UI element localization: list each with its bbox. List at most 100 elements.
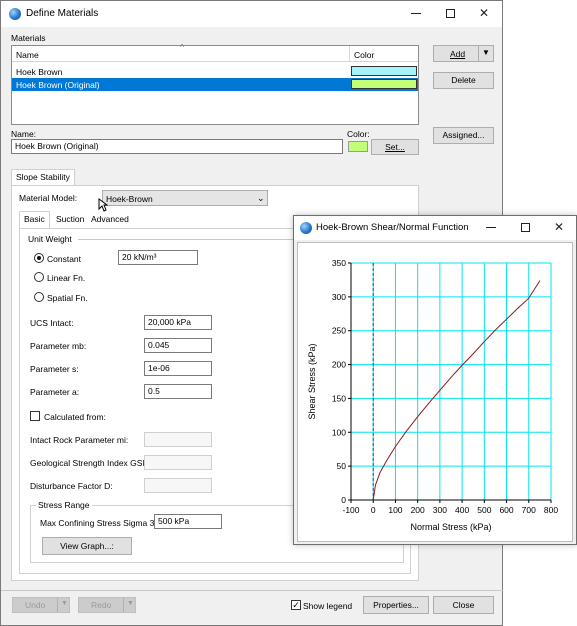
s-field[interactable]: 1e-06 — [144, 361, 212, 376]
chevron-down-icon: ⌄ — [257, 193, 265, 203]
x-tick-label: 200 — [411, 505, 425, 515]
redo-label: Redo — [91, 600, 112, 610]
tab-basic[interactable]: Basic — [19, 211, 50, 228]
y-tick-label: 250 — [332, 326, 346, 336]
close-icon: ✕ — [478, 6, 490, 20]
disturbance-field[interactable] — [144, 478, 212, 493]
column-color[interactable]: Color — [354, 50, 374, 60]
maximize-icon — [445, 9, 455, 19]
dropdown-arrow-icon[interactable]: ▼ — [127, 600, 134, 607]
tab-slope-stability[interactable]: Slope Stability — [11, 169, 75, 186]
show-legend-label: Show legend — [303, 601, 353, 611]
set-color-button[interactable]: Set... — [371, 139, 419, 155]
delete-button[interactable]: Delete — [433, 72, 494, 89]
tab-advanced[interactable]: Advanced — [87, 212, 133, 228]
calculated-from-checkbox[interactable] — [30, 411, 40, 421]
dropdown-arrow-icon[interactable]: ▼ — [61, 600, 68, 607]
close-button[interactable]: Close — [433, 596, 494, 614]
x-tick-label: 100 — [388, 505, 402, 515]
radio-constant[interactable] — [34, 253, 44, 263]
show-legend-checkbox[interactable]: ✓ — [291, 600, 301, 610]
assigned-button[interactable]: Assigned... — [433, 127, 494, 144]
graph-window: Hoek-Brown Shear/Normal Function ✕ -100 0… — [293, 215, 577, 545]
graph-minimize-button[interactable] — [474, 216, 508, 238]
ucs-label: UCS Intact: — [30, 318, 74, 328]
y-tick-label: 100 — [332, 427, 346, 437]
x-axis-label: Normal Stress (kPa) — [410, 522, 491, 532]
minimize-icon — [411, 13, 421, 15]
material-row-hoek-brown[interactable]: Hoek Brown — [12, 65, 418, 78]
radio-constant-label: Constant — [47, 254, 82, 264]
split-divider — [57, 598, 58, 612]
maximize-button[interactable] — [433, 1, 467, 25]
name-label: Name: — [11, 129, 37, 139]
x-tick-label: 500 — [477, 505, 491, 515]
radio-spatial[interactable] — [34, 292, 44, 302]
color-label: Color: — [347, 129, 370, 139]
tab-suction[interactable]: Suction — [52, 212, 88, 228]
graph-maximize-button[interactable] — [508, 216, 542, 238]
column-name[interactable]: Name — [16, 50, 39, 60]
a-field[interactable]: 0.5 — [144, 384, 212, 399]
y-tick-label: 150 — [332, 393, 346, 403]
split-divider — [478, 46, 479, 61]
ucs-field[interactable]: 20,000 kPa — [144, 315, 212, 330]
plot-area: -100 0 100 200 300 400 500 600 700 800 0 50 100 150 20… — [297, 242, 573, 542]
gsi-field[interactable] — [144, 455, 212, 470]
x-tick-label: 800 — [544, 505, 558, 515]
minimize-button[interactable] — [399, 1, 433, 25]
mb-label: Parameter mb: — [30, 341, 87, 351]
undo-label: Undo — [25, 600, 46, 610]
unit-weight-label: Unit Weight — [28, 234, 72, 244]
close-icon: ✕ — [553, 220, 565, 234]
calculated-from-label: Calculated from: — [44, 412, 106, 422]
mb-field[interactable]: 0.045 — [144, 338, 212, 353]
material-row-hoek-brown-original[interactable]: Hoek Brown (Original) — [12, 78, 418, 91]
y-tick-label: 50 — [337, 461, 347, 471]
x-tick-label: -100 — [342, 505, 359, 515]
material-name-field[interactable]: Hoek Brown (Original) — [11, 139, 343, 154]
radio-linear-label: Linear Fn. — [47, 273, 86, 283]
y-tick-label: 200 — [332, 360, 346, 370]
radio-spatial-label: Spatial Fn. — [47, 293, 88, 303]
properties-button[interactable]: Properties... — [363, 596, 429, 614]
x-tick-label: 400 — [455, 505, 469, 515]
mi-label: Intact Rock Parameter mi: — [30, 435, 129, 445]
minimize-icon — [486, 227, 496, 229]
bottom-separator — [1, 590, 503, 591]
materials-list[interactable]: Name ^ Color Hoek Brown Hoek Brown (Orig… — [11, 42, 419, 125]
close-window-button[interactable]: ✕ — [467, 1, 501, 25]
material-color-swatch — [351, 66, 417, 76]
materials-label: Materials — [11, 33, 46, 43]
mi-field[interactable] — [144, 432, 212, 447]
add-split-button[interactable]: Add ▼ — [433, 45, 494, 62]
material-model-select[interactable]: Hoek-Brown ⌄ — [102, 190, 268, 206]
view-graph-button[interactable]: View Graph...: — [42, 537, 132, 555]
shear-normal-chart: -100 0 100 200 300 400 500 600 700 80005010015020… — [307, 258, 558, 532]
material-name: Hoek Brown — [16, 67, 63, 77]
graph-title-bar: Hoek-Brown Shear/Normal Function ✕ — [294, 216, 576, 240]
shear-normal-curve — [372, 280, 541, 501]
redo-split-button[interactable]: Redo ▼ — [78, 597, 136, 613]
window-title: Define Materials — [26, 8, 99, 19]
x-tick-label: 700 — [522, 505, 536, 515]
radio-linear[interactable] — [34, 272, 44, 282]
column-divider — [349, 46, 350, 62]
y-tick-label: 0 — [341, 495, 346, 505]
undo-split-button[interactable]: Undo ▼ — [12, 597, 70, 613]
material-model-label: Material Model: — [19, 193, 78, 203]
mouse-cursor-icon — [98, 198, 108, 212]
graph-window-title: Hoek-Brown Shear/Normal Function — [316, 222, 469, 233]
dropdown-arrow-icon[interactable]: ▼ — [482, 48, 490, 57]
app-icon — [300, 222, 312, 234]
unit-weight-field[interactable]: 20 kN/m³ — [118, 250, 198, 265]
sigma3-field[interactable]: 500 kPa — [154, 514, 222, 529]
title-bar: Define Materials ✕ — [1, 1, 502, 27]
sigma3-label: Max Confining Stress Sigma 3: — [40, 518, 157, 528]
disturbance-label: Disturbance Factor D: — [30, 481, 113, 491]
graph-close-button[interactable]: ✕ — [542, 216, 576, 238]
stress-range-label: Stress Range — [36, 500, 92, 510]
split-divider — [123, 598, 124, 612]
add-button-label: Add — [450, 49, 466, 59]
y-axis-label: Shear Stress (kPa) — [307, 343, 317, 419]
